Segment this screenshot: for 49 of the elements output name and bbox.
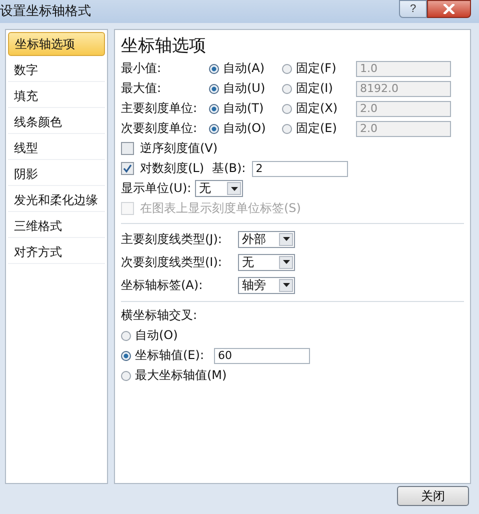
radio-option[interactable]: 固定(E) — [282, 120, 356, 138]
dropdown[interactable]: 无 — [238, 254, 295, 271]
sidebar-item[interactable]: 填充 — [8, 84, 105, 108]
close-button[interactable] — [427, 0, 471, 18]
radio-option[interactable]: 固定(F) — [282, 60, 356, 78]
field-label: 基(B): — [212, 160, 246, 178]
close-icon — [443, 4, 455, 14]
dropdown[interactable]: 轴旁 — [238, 276, 295, 294]
field-label: 坐标轴标签(A): — [121, 276, 204, 294]
field-label: 次要刻度线类型(I): — [121, 254, 223, 271]
input-field[interactable]: 2 — [252, 160, 348, 177]
radio-option[interactable]: 固定(X) — [282, 100, 356, 118]
caret-icon — [230, 186, 238, 191]
sidebar-item[interactable]: 发光和柔化边缘 — [8, 188, 105, 212]
close-dialog-button[interactable]: 关闭 — [397, 486, 469, 506]
dropdown[interactable]: 外部 — [238, 230, 295, 248]
check-icon — [123, 164, 132, 174]
checkbox-option[interactable]: 逆序刻度值(V) — [121, 138, 464, 159]
sidebar-item[interactable]: 线条颜色 — [8, 110, 105, 134]
field-label: 最大值: — [121, 80, 162, 98]
radio-option[interactable]: 固定(I) — [282, 80, 356, 98]
radio-option[interactable]: 自动(O) — [121, 326, 178, 345]
field-label: 最小值: — [121, 60, 162, 78]
sidebar-item[interactable]: 数字 — [8, 58, 105, 82]
field-label: 主要刻度线类型(J): — [121, 230, 223, 248]
caret-icon — [282, 237, 290, 242]
caret-icon — [282, 260, 290, 264]
help-button[interactable]: ? — [399, 0, 427, 18]
section-label: 横坐标轴交叉: — [121, 307, 198, 324]
panel-heading: 坐标轴选项 — [121, 34, 207, 57]
radio-option[interactable]: 自动(U) — [209, 80, 282, 98]
field-label: 主要刻度单位: — [121, 100, 198, 118]
sidebar-item[interactable]: 阴影 — [8, 162, 105, 186]
radio-option[interactable]: 自动(A) — [209, 60, 282, 78]
checkbox-option[interactable]: 对数刻度(L) — [121, 160, 204, 178]
radio-option[interactable]: 最大坐标轴值(M) — [121, 366, 227, 385]
sidebar-item[interactable]: 对齐方式 — [8, 240, 105, 264]
sidebar-item[interactable]: 坐标轴选项 — [8, 32, 105, 56]
radio-option[interactable]: 自动(T) — [209, 100, 282, 118]
sidebar-item[interactable]: 三维格式 — [8, 214, 105, 238]
dropdown[interactable]: 无 — [195, 180, 244, 198]
window-title: 设置坐标轴格式 — [0, 3, 91, 20]
input-field[interactable]: 60 — [214, 348, 310, 364]
caret-icon — [282, 283, 290, 288]
field-label: 显示单位(U): — [121, 180, 192, 198]
sidebar-item[interactable]: 线型 — [8, 136, 105, 160]
field-label: 次要刻度单位: — [121, 120, 198, 138]
radio-option[interactable]: 坐标轴值(E): — [121, 346, 204, 365]
radio-option[interactable]: 自动(O) — [209, 120, 282, 138]
